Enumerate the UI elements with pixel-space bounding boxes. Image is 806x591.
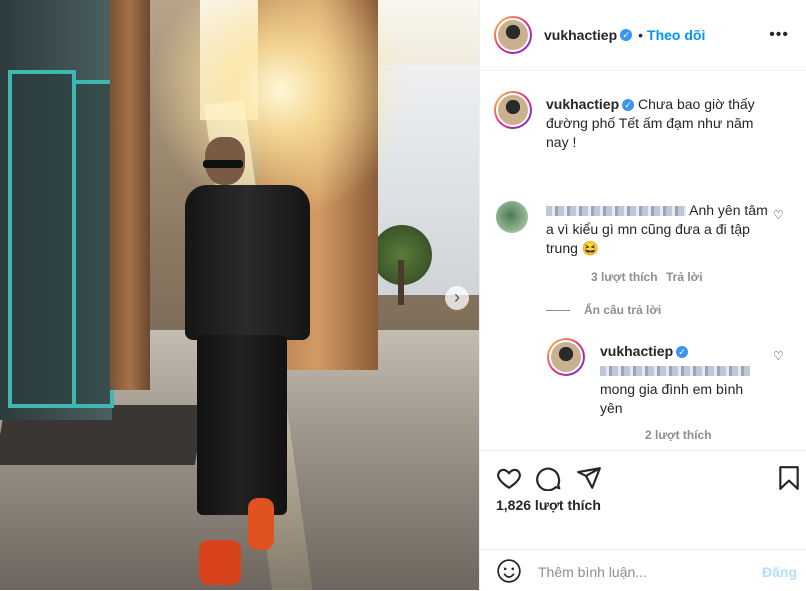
post-panel: vukhactiep ✓ • Theo dõi ••• vukhactiep ✓ … <box>479 0 806 590</box>
photo-tree-trunk <box>398 260 404 305</box>
comment-reply-button[interactable]: Trả lời <box>666 270 703 284</box>
share-icon[interactable] <box>576 465 602 491</box>
person-legs <box>197 335 287 515</box>
person-shoe-left <box>199 540 241 585</box>
follow-button[interactable]: Theo dõi <box>647 27 705 43</box>
comment-like-heart-icon[interactable]: ♡ <box>773 208 784 222</box>
dash-line <box>546 310 570 312</box>
blurred-username[interactable] <box>546 206 686 217</box>
post-comment-button[interactable]: Đăng <box>762 564 797 580</box>
caption-avatar[interactable] <box>494 91 532 129</box>
post-actions: 1,826 lượt thích <box>480 450 806 551</box>
reply-text: mong gia đình em bình yên <box>600 381 744 416</box>
bookmark-icon[interactable] <box>776 465 802 491</box>
header-dot: • <box>638 27 644 43</box>
avatar-image <box>496 201 528 233</box>
avatar-image <box>496 18 530 52</box>
verified-badge-icon: ✓ <box>676 346 689 359</box>
reply-avatar[interactable] <box>547 338 585 376</box>
comment-avatar[interactable] <box>496 201 528 233</box>
person-torso <box>185 185 310 340</box>
hide-replies-label: Ẩn câu trả lời <box>584 303 662 317</box>
comment-icon[interactable] <box>536 465 562 491</box>
header-avatar[interactable] <box>494 16 532 54</box>
reply-username[interactable]: vukhactiep <box>600 343 673 359</box>
photo-pillar-left <box>110 0 150 390</box>
add-comment-bar: Đăng <box>480 549 806 591</box>
avatar-image <box>496 93 530 127</box>
avatar-image <box>549 340 583 374</box>
reply-likes[interactable]: 2 lượt thích <box>645 428 712 442</box>
hide-replies-button[interactable]: Ẩn câu trả lời <box>546 303 661 317</box>
more-options-icon[interactable]: ••• <box>769 26 789 44</box>
reply: vukhactiep ✓ mong gia đình em bình yên <box>600 342 760 418</box>
likes-count[interactable]: 1,826 lượt thích <box>496 497 601 513</box>
comment-input[interactable] <box>536 560 750 584</box>
blurred-mention[interactable] <box>600 366 750 377</box>
photo-door <box>8 70 76 408</box>
emoji-icon[interactable] <box>496 558 522 584</box>
verified-badge-icon: ✓ <box>620 29 633 41</box>
person-sunglasses <box>203 160 243 168</box>
comments-section: vukhactiep ✓ Chưa bao giờ thấy đường phố … <box>480 71 806 449</box>
heart-icon[interactable] <box>496 465 522 491</box>
reply-like-heart-icon[interactable]: ♡ <box>773 349 784 363</box>
header-username[interactable]: vukhactiep <box>544 27 617 43</box>
verified-badge-icon: ✓ <box>622 99 635 112</box>
comment: Anh yên tâm a vì kiểu gì mn cũng đưa a đ… <box>546 201 771 258</box>
comment-likes[interactable]: 3 lượt thích <box>591 270 658 284</box>
next-photo-button[interactable]: › <box>445 286 469 310</box>
post-photo[interactable]: › <box>0 0 479 590</box>
person-shoe-right <box>248 498 274 550</box>
caption-username[interactable]: vukhactiep <box>546 96 619 112</box>
photo-door-2 <box>72 80 114 408</box>
caption: vukhactiep ✓ Chưa bao giờ thấy đường phố … <box>546 95 771 152</box>
post-header: vukhactiep ✓ • Theo dõi ••• <box>480 0 806 71</box>
chevron-right-icon: › <box>454 287 460 307</box>
